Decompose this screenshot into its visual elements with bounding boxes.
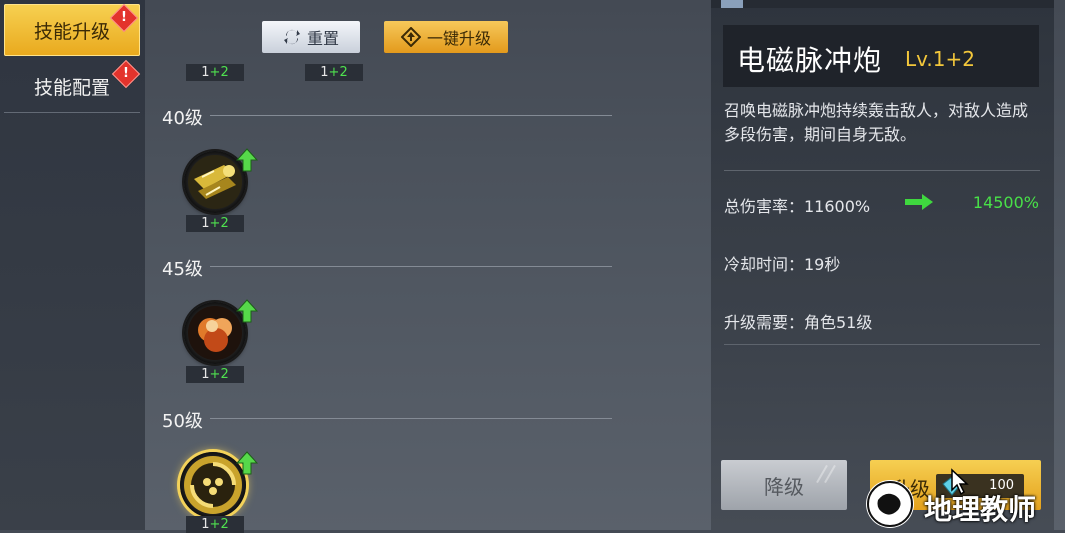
reset-button[interactable]: 重置 (262, 21, 360, 53)
diamond-upgrade-icon (400, 27, 421, 47)
skill-level-tag: 1+2 (186, 366, 244, 383)
sidebar-item-label: 技能配置 (33, 76, 110, 99)
watermark: 地理教师 (866, 480, 1061, 528)
downgrade-button-label: 降级 (764, 474, 804, 499)
skill-description: 召唤电磁脉冲炮持续轰击敌人，对敌人造成多段伤害，期间自身无敌。 (724, 101, 1029, 144)
tier-divider (210, 266, 612, 267)
sidebar-item-skill-config[interactable]: 技能配置 ! (4, 59, 141, 112)
skill-level-tag: 1+2 (186, 516, 244, 533)
tier-label-45: 45级 (162, 259, 203, 280)
skill-level: Lv.1+2 (905, 47, 975, 71)
skill-name: 电磁脉冲炮 (737, 44, 883, 77)
cooldown-time: 冷却时间：19秒 (724, 255, 841, 274)
panel-divider (724, 344, 1040, 345)
tier-divider (210, 115, 612, 116)
skill-level-tag: 1+2 (186, 64, 244, 81)
alert-badge-icon: ! (109, 3, 139, 33)
one-click-upgrade-label: 一键升级 (426, 29, 491, 48)
skill-title-box: 电磁脉冲炮 Lv.1+2 (723, 25, 1039, 87)
panel-topbar (711, 0, 1054, 8)
one-click-upgrade-button[interactable]: 一键升级 (384, 21, 508, 53)
tier-divider (210, 418, 612, 419)
skill-level-tag: 1+2 (305, 64, 363, 81)
sidebar-item-label: 技能升级 (33, 20, 110, 43)
watermark-text: 地理教师 (924, 493, 1037, 526)
tier-label-40: 40级 (162, 108, 203, 129)
downgrade-button[interactable]: 降级 (721, 460, 847, 510)
sidebar-divider (4, 112, 140, 113)
reset-button-label: 重置 (306, 29, 339, 48)
upgrade-arrow-icon (236, 299, 258, 323)
total-damage-rate-new: 14500% (972, 193, 1039, 212)
skill-level-tag: 1+2 (186, 215, 244, 232)
tier-label-50: 50级 (162, 411, 203, 432)
total-damage-rate: 总伤害率：11600% (724, 197, 871, 216)
upgrade-requirement: 升级需要：角色51级 (724, 313, 873, 332)
arrow-right-icon (905, 194, 933, 210)
sidebar: 技能升级 ! 技能配置 ! (0, 0, 145, 530)
skill-detail-panel: 电磁脉冲炮 Lv.1+2 召唤电磁脉冲炮持续轰击敌人，对敌人造成多段伤害，期间自… (711, 0, 1054, 530)
sidebar-item-skill-upgrade[interactable]: 技能升级 ! (4, 3, 140, 56)
upgrade-arrow-icon (236, 451, 258, 475)
panel-tab-indicator (721, 0, 743, 8)
panel-divider (724, 170, 1040, 171)
alert-badge-icon: ! (111, 59, 141, 89)
upgrade-arrow-icon (236, 148, 258, 172)
refresh-icon (283, 29, 300, 45)
watermark-logo-icon (866, 480, 914, 528)
